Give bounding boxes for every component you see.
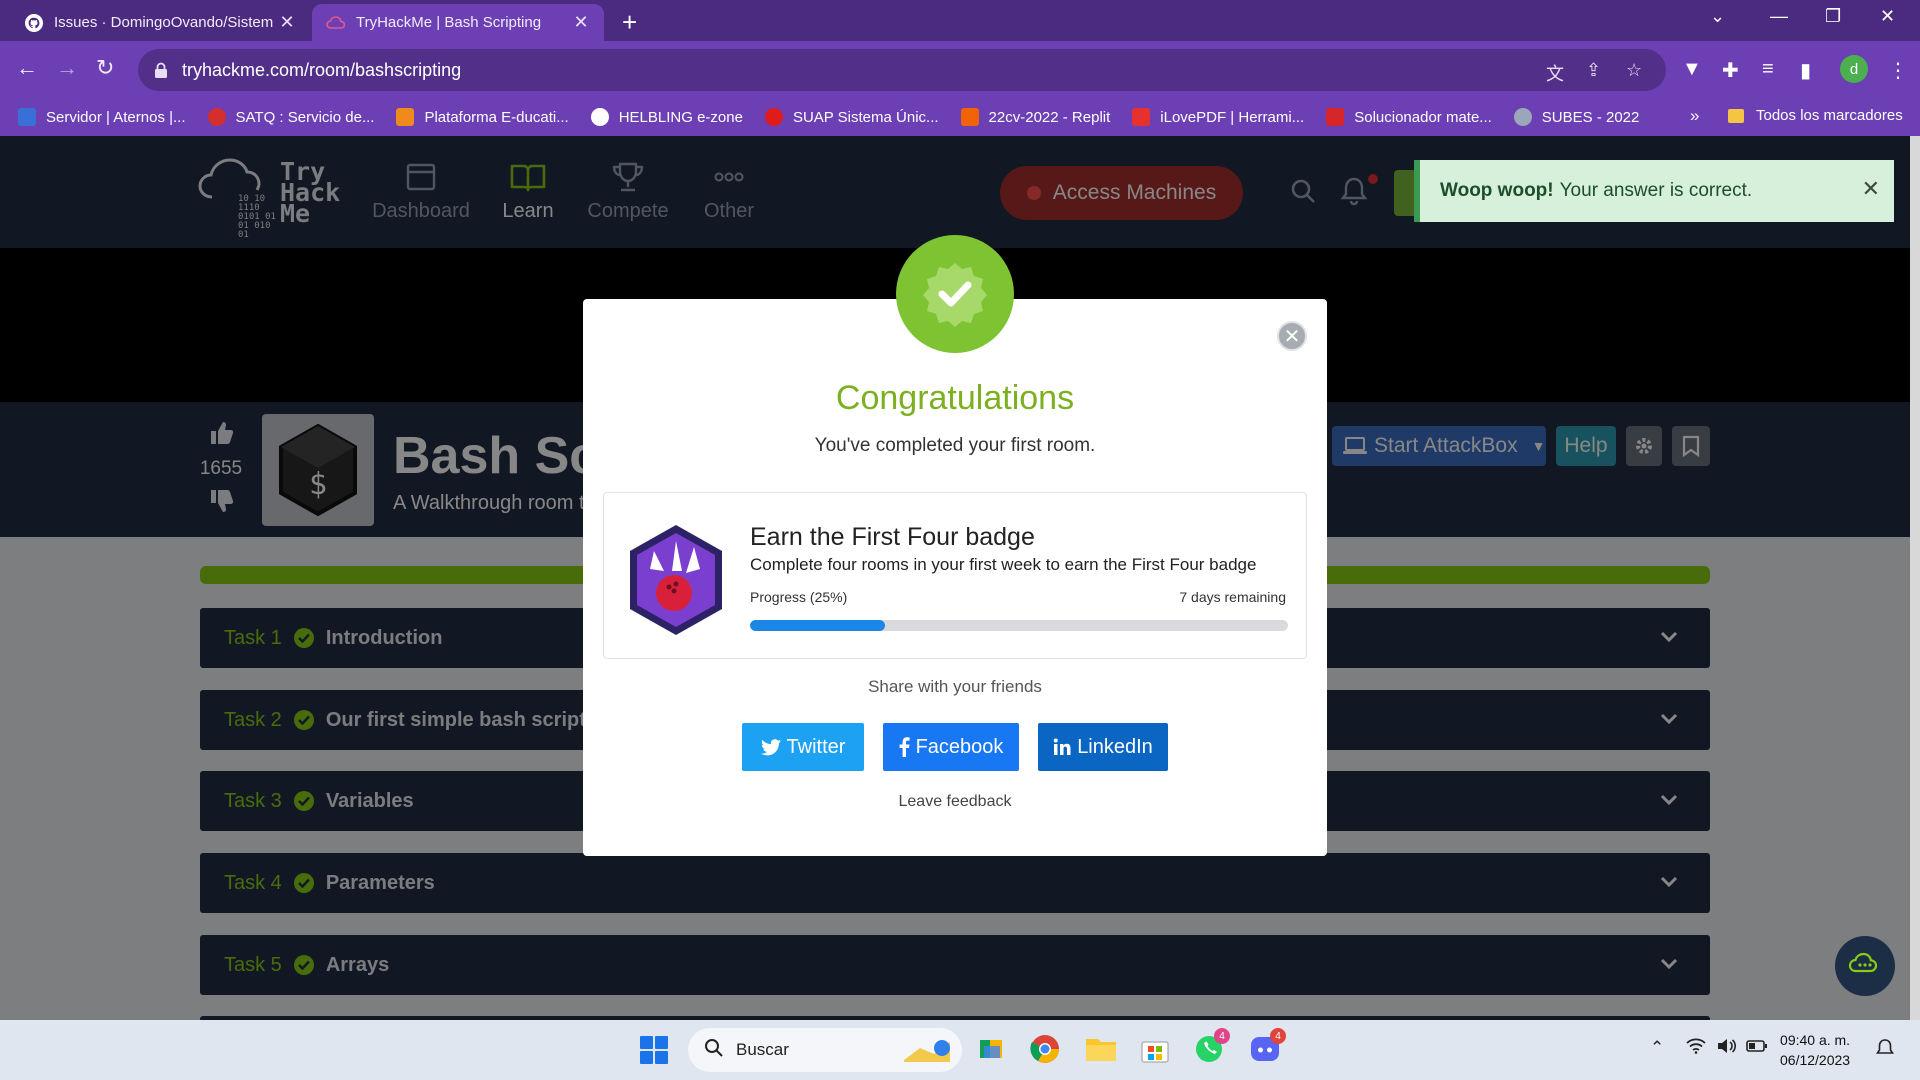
badge-progress-bar [750,620,1288,631]
microsoft-store-icon[interactable] [1138,1032,1172,1066]
badge-progress-fill [750,620,885,631]
profile-avatar[interactable]: d [1840,55,1868,83]
media-control-icon[interactable]: ≡ [1762,58,1774,81]
days-remaining: 7 days remaining [1179,589,1286,605]
bookmark-item[interactable]: Servidor | Aternos |... [18,108,186,126]
menu-kebab-icon[interactable]: ⋮ [1888,58,1908,83]
congratulations-modal: ✕ Congratulations You've completed your … [583,235,1327,856]
address-toolbar: ← → ↻ tryhackme.com/room/bashscripting 文… [0,41,1920,98]
tab-search-chevron-icon[interactable]: ⌄ [1710,6,1725,27]
subes-icon [1513,108,1532,126]
linkedin-icon [1053,738,1071,756]
minimize-icon[interactable]: — [1770,6,1788,27]
bookmark-star-icon[interactable]: ☆ [1626,60,1646,80]
first-four-badge-icon [624,521,728,639]
translate-icon[interactable]: 文 [1546,60,1566,84]
tryhackme-page: Try Hack Me 10 10 1110 0101 01 01 010 01… [0,136,1910,1020]
all-bookmarks-folder[interactable]: Todos los marcadores [1728,107,1903,124]
volume-icon[interactable] [1716,1038,1737,1059]
more-bookmarks-icon[interactable]: » [1690,106,1699,126]
windows-taskbar: Buscar 4 4 ⌃ 09:40 a. m. 06/12/2023 [0,1020,1920,1080]
chat-support-button[interactable] [1835,936,1895,996]
aternos-icon [18,108,36,126]
taskbar-search[interactable]: Buscar [688,1028,962,1072]
share-linkedin-button[interactable]: LinkedIn [1038,723,1168,771]
leave-feedback-link[interactable]: Leave feedback [583,793,1327,811]
browser-tab-strip: Issues · DomingoOvando/Sistem ✕ TryHackM… [0,0,1920,41]
check-badge-icon [923,263,987,327]
helbling-icon [590,108,609,126]
share-facebook-button[interactable]: Facebook [883,723,1019,771]
success-toast: Woop woop! Your answer is correct. ✕ [1414,160,1894,222]
bookmark-item[interactable]: Plataforma E-ducati... [396,108,569,126]
close-toast-icon[interactable]: ✕ [1862,176,1880,202]
battery-icon[interactable] [1746,1038,1768,1058]
bookmarks-bar: Servidor | Aternos |... SATQ : Servicio … [0,98,1920,136]
educational-icon [396,108,415,126]
suap-icon [764,108,783,126]
search-highlight-icon [900,1034,954,1071]
new-tab-button[interactable]: + [622,7,637,38]
bookmark-item[interactable]: SUBES - 2022 [1513,108,1639,126]
bookmark-item[interactable]: iLovePDF | Herrami... [1132,108,1304,126]
tab-title: TryHackMe | Bash Scripting [356,14,542,31]
completion-badge [896,235,1014,353]
lock-icon [154,62,168,78]
close-tab-icon[interactable]: ✕ [278,12,296,33]
ilovepdf-icon [1132,108,1151,126]
file-explorer-icon[interactable] [1084,1032,1118,1066]
badge-description: Complete four rooms in your first week t… [750,555,1257,574]
tab-title: Issues · DomingoOvando/Sistem [54,14,274,31]
badge-title: Earn the First Four badge [750,523,1035,551]
search-icon [704,1038,724,1063]
discord-badge: 4 [1270,1028,1286,1044]
share-twitter-button[interactable]: Twitter [742,723,864,771]
close-window-icon[interactable]: ✕ [1880,6,1895,27]
facebook-icon [899,737,910,757]
symbolab-icon [1326,108,1345,126]
tab-github-issues[interactable]: Issues · DomingoOvando/Sistem ✕ [10,4,310,41]
copilot-icon[interactable] [974,1032,1008,1066]
bookmark-item[interactable]: SATQ : Servicio de... [207,108,374,126]
twitter-icon [760,738,781,756]
url-text: tryhackme.com/room/bashscripting [182,59,462,80]
wifi-icon[interactable] [1686,1038,1706,1059]
windows-start-icon[interactable] [640,1036,668,1064]
badge-progress-card: Earn the First Four badge Complete four … [603,492,1307,659]
system-clock[interactable]: 09:40 a. m. 06/12/2023 [1780,1030,1850,1070]
bookmark-item[interactable]: Solucionador mate... [1326,108,1492,126]
forward-icon[interactable]: → [56,55,78,81]
show-hidden-icons-icon[interactable]: ⌃ [1650,1038,1664,1058]
whatsapp-badge: 4 [1214,1028,1230,1044]
notification-center-icon[interactable] [1876,1038,1894,1063]
close-tab-icon[interactable]: ✕ [572,12,590,33]
satq-icon [207,108,226,126]
progress-label: Progress (25%) [750,589,848,605]
back-icon[interactable]: ← [16,55,38,81]
folder-icon [1728,108,1744,123]
close-modal-button[interactable]: ✕ [1277,321,1307,351]
tryhackme-icon [326,13,346,33]
replit-icon [960,108,979,126]
chrome-icon[interactable] [1028,1032,1062,1066]
chat-cloud-icon [1848,952,1878,973]
bookmark-item[interactable]: SUAP Sistema Únic... [764,108,939,126]
side-panel-icon[interactable]: ▮ [1800,58,1811,83]
reload-icon[interactable]: ↻ [96,55,114,81]
extension-v-icon[interactable]: ▼ [1682,58,1702,81]
restore-icon[interactable]: ❐ [1825,6,1841,27]
github-icon [24,13,44,33]
modal-subtitle: You've completed your first room. [814,435,1096,456]
page-scrollbar[interactable] [1910,136,1920,1020]
bookmark-item[interactable]: 22cv-2022 - Replit [960,108,1110,126]
bookmark-item[interactable]: HELBLING e-zone [590,108,743,126]
extensions-puzzle-icon[interactable]: ✚ [1722,58,1739,83]
url-bar[interactable]: tryhackme.com/room/bashscripting 文 ⇪ ☆ [138,49,1666,91]
share-icon[interactable]: ⇪ [1586,60,1606,80]
modal-title: Congratulations [835,379,1075,417]
share-label: Share with your friends [868,677,1042,696]
tab-tryhackme[interactable]: TryHackMe | Bash Scripting ✕ [312,4,604,41]
